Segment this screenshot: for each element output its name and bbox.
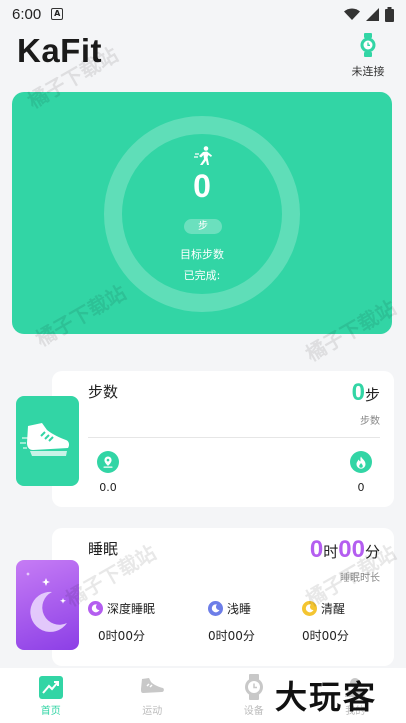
status-bar: 6:00 A bbox=[0, 0, 406, 28]
awake-label: 清醒 bbox=[321, 602, 346, 616]
steps-value: 0 bbox=[193, 168, 211, 204]
nav-device-label: 设备 bbox=[243, 706, 264, 717]
shoe-icon bbox=[20, 423, 70, 456]
steps-unit-badge: 步 bbox=[184, 219, 222, 234]
steps-total-value: 0 bbox=[351, 379, 365, 406]
nav-sport[interactable]: 运动 bbox=[102, 668, 204, 723]
distance-value: 0.0 bbox=[99, 481, 117, 494]
steps-sub-label: 步数 bbox=[360, 416, 380, 427]
shoe-tile bbox=[16, 396, 79, 486]
distance-stat: 0.0 bbox=[88, 451, 128, 494]
calorie-stat: 0 bbox=[342, 451, 380, 494]
wifi-icon bbox=[344, 8, 360, 20]
sleep-minutes-value: 00 bbox=[338, 536, 365, 563]
steps-card-title: 步数 bbox=[88, 383, 119, 401]
nav-home[interactable]: 首页 bbox=[0, 668, 102, 723]
location-icon bbox=[97, 451, 119, 473]
connection-status: 未连接 bbox=[351, 65, 385, 78]
shoe-icon bbox=[102, 674, 204, 700]
status-icons bbox=[344, 6, 394, 22]
completed-label: 已完成: bbox=[183, 269, 221, 282]
nav-home-label: 首页 bbox=[40, 706, 61, 717]
steps-card[interactable]: 步数 0 步 步数 0.0 0 bbox=[52, 371, 394, 507]
connection-button[interactable]: 未连接 bbox=[346, 33, 390, 79]
moon-icon bbox=[26, 572, 67, 632]
sleep-hours-unit: 时 bbox=[323, 543, 339, 561]
signal-icon bbox=[366, 7, 379, 21]
deep-sleep-moon-icon bbox=[88, 601, 103, 616]
goal-steps-label: 目标步数 bbox=[180, 248, 224, 261]
sleep-hours-value: 0 bbox=[309, 536, 324, 563]
battery-icon bbox=[385, 6, 394, 22]
awake-moon-icon bbox=[302, 601, 317, 616]
light-sleep-moon-icon bbox=[208, 601, 223, 616]
awake-value: 0时00分 bbox=[302, 629, 349, 643]
light-sleep-label: 浅睡 bbox=[227, 602, 252, 616]
light-sleep-stat: 浅睡 0时00分 bbox=[208, 600, 255, 644]
deep-sleep-label: 深度睡眠 bbox=[107, 602, 156, 616]
status-time: 6:00 bbox=[12, 5, 42, 23]
watch-icon bbox=[360, 33, 376, 57]
divider bbox=[88, 437, 380, 438]
sleep-total: 0 时 00 分 bbox=[310, 536, 380, 564]
sleep-minutes-unit: 分 bbox=[364, 543, 380, 561]
flame-icon bbox=[350, 451, 372, 473]
sleep-sub-label: 睡眠时长 bbox=[340, 573, 380, 584]
awake-stat: 清醒 0时00分 bbox=[302, 600, 349, 644]
steps-total-unit: 步 bbox=[364, 386, 380, 404]
home-chart-icon bbox=[0, 674, 102, 700]
app-title: KaFit bbox=[17, 32, 102, 69]
sleep-card-title: 睡眠 bbox=[88, 540, 119, 558]
today-steps-card[interactable]: 0 步 目标步数 已完成: bbox=[12, 92, 392, 334]
runner-icon bbox=[194, 146, 212, 165]
steps-total: 0 步 bbox=[352, 379, 380, 407]
sleep-card[interactable]: 睡眠 0 时 00 分 睡眠时长 深度睡眠 0时00分 浅睡 0时00分 清醒 bbox=[52, 528, 394, 666]
deep-sleep-value: 0时00分 bbox=[98, 629, 145, 643]
light-sleep-value: 0时00分 bbox=[208, 629, 255, 643]
calorie-value: 0 bbox=[357, 481, 365, 494]
nav-sport-label: 运动 bbox=[142, 706, 163, 717]
moon-tile bbox=[16, 560, 79, 650]
deep-sleep-stat: 深度睡眠 0时00分 bbox=[88, 600, 155, 644]
brand-watermark: 大玩客 bbox=[275, 678, 378, 716]
sim-icon: A bbox=[51, 8, 64, 20]
